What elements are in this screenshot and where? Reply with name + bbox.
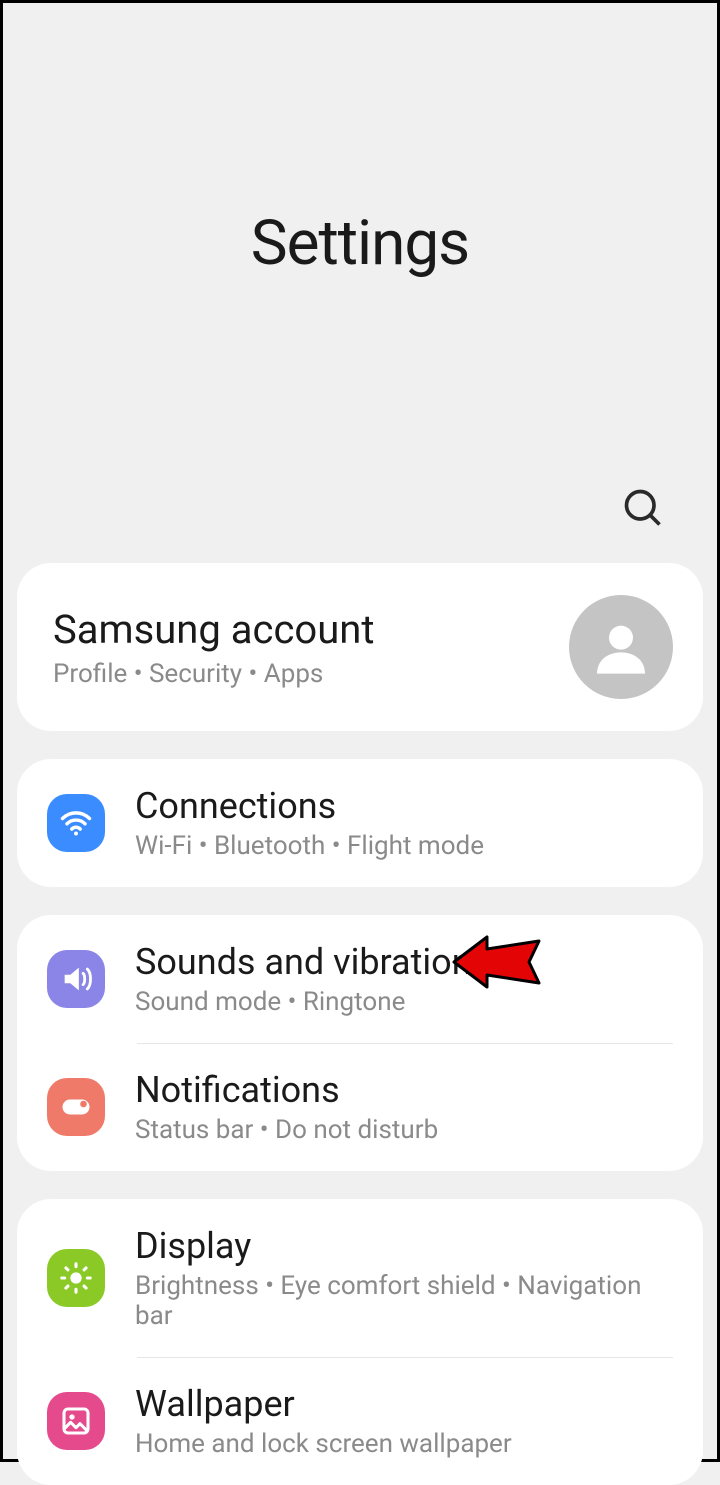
page-title: Settings: [251, 207, 469, 280]
settings-group: Sounds and vibration Sound modeRingtone …: [17, 915, 703, 1171]
row-title: Sounds and vibration: [135, 941, 673, 983]
row-title: Notifications: [135, 1069, 673, 1111]
settings-group: Connections Wi-FiBluetoothFlight mode: [17, 759, 703, 887]
settings-item-display[interactable]: Display BrightnessEye comfort shieldNavi…: [17, 1199, 703, 1357]
settings-item-connections[interactable]: Connections Wi-FiBluetoothFlight mode: [17, 759, 703, 887]
display-icon: [47, 1249, 105, 1307]
account-card: Samsung account ProfileSecurityApps: [17, 563, 703, 731]
row-title: Connections: [135, 785, 673, 827]
settings-item-notifications[interactable]: Notifications Status barDo not disturb: [17, 1043, 703, 1171]
row-title: Wallpaper: [135, 1383, 673, 1425]
avatar: [569, 595, 673, 699]
settings-item-wallpaper[interactable]: Wallpaper Home and lock screen wallpaper: [17, 1357, 703, 1485]
row-subtitle: Home and lock screen wallpaper: [135, 1429, 673, 1459]
search-icon: [621, 518, 665, 533]
wallpaper-icon: [47, 1392, 105, 1450]
notifications-icon: [47, 1078, 105, 1136]
samsung-account-row[interactable]: Samsung account ProfileSecurityApps: [17, 563, 703, 731]
settings-header: Settings: [3, 3, 717, 483]
row-subtitle: Sound modeRingtone: [135, 987, 673, 1017]
sound-icon: [47, 950, 105, 1008]
row-title: Display: [135, 1225, 673, 1267]
settings-list: Samsung account ProfileSecurityApps Conn…: [3, 483, 717, 1485]
row-subtitle: Status barDo not disturb: [135, 1115, 673, 1145]
search-button[interactable]: [611, 476, 675, 543]
wifi-icon: [47, 794, 105, 852]
row-subtitle: BrightnessEye comfort shieldNavigation b…: [135, 1271, 673, 1331]
row-subtitle: Wi-FiBluetoothFlight mode: [135, 831, 673, 861]
settings-item-sounds[interactable]: Sounds and vibration Sound modeRingtone: [17, 915, 703, 1043]
account-title: Samsung account: [53, 606, 569, 653]
settings-group: Display BrightnessEye comfort shieldNavi…: [17, 1199, 703, 1485]
account-subtitle: ProfileSecurityApps: [53, 659, 569, 689]
